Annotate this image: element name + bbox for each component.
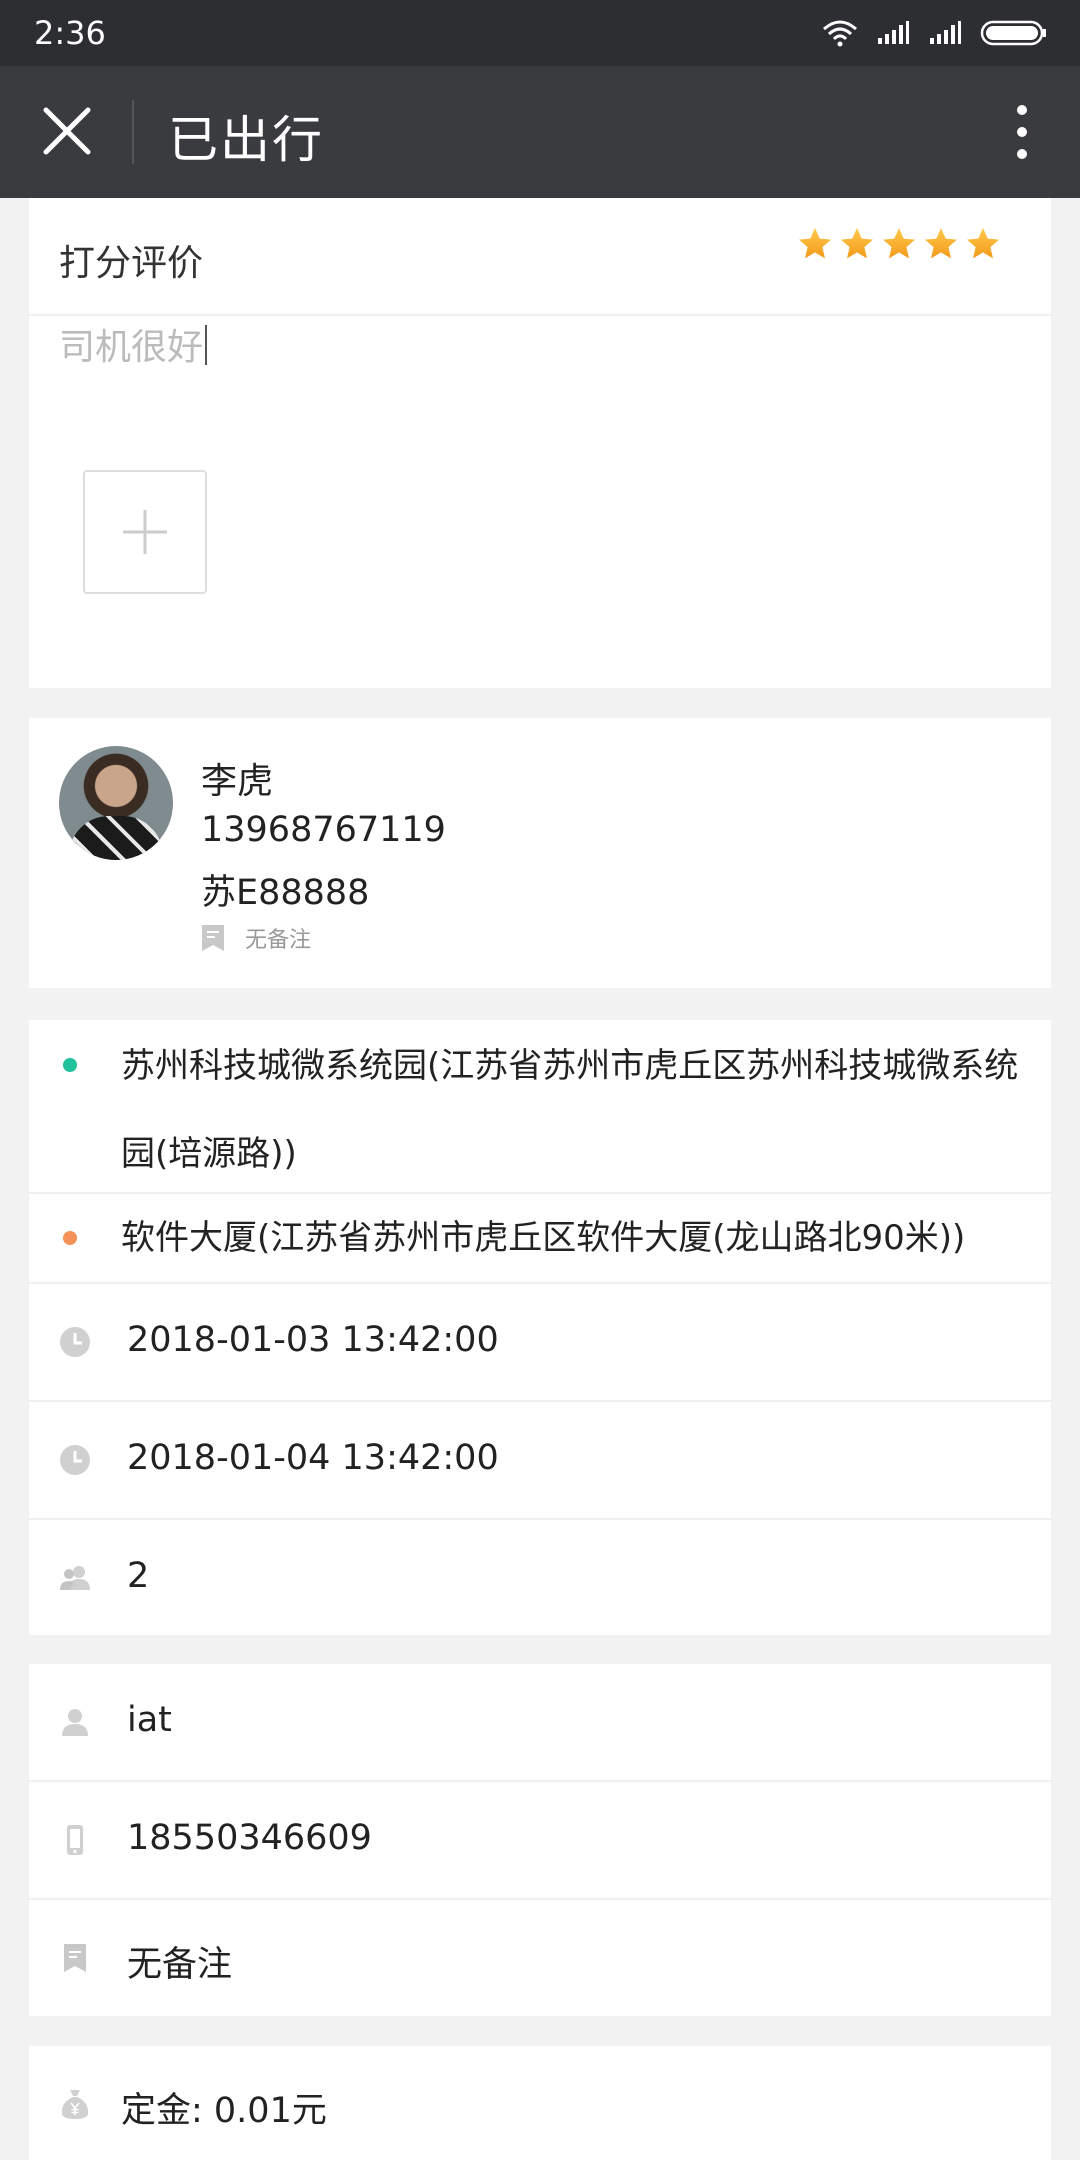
driver-card: 李虎 13968767119 苏E88888 无备注 <box>29 718 1051 988</box>
battery-icon <box>980 20 1046 46</box>
divider <box>29 1282 1051 1284</box>
status-time: 2:36 <box>34 14 106 52</box>
rating-label: 打分评价 <box>59 243 204 284</box>
page-title: 已出行 <box>168 111 324 169</box>
star-icon[interactable] <box>881 226 917 262</box>
money-bag-icon <box>61 2090 89 2119</box>
end-dot <box>63 1231 77 1245</box>
wifi-icon <box>823 20 857 47</box>
rating-card: 打分评价 司机很好 <box>29 198 1051 688</box>
trip-card: 苏州科技城微系统园(江苏省苏州市虎丘区苏州科技城微系统园(培源路)) 软件大厦(… <box>29 1020 1051 1635</box>
plus-icon <box>123 510 167 554</box>
passenger-name: iat <box>127 1700 172 1740</box>
comment-text: 司机很好 <box>59 327 204 368</box>
avatar <box>59 746 173 860</box>
signal-icon <box>878 21 909 44</box>
divider <box>29 1898 1051 1900</box>
star-icon[interactable] <box>839 226 875 262</box>
status-icons <box>822 16 1048 50</box>
divider <box>29 1518 1051 1520</box>
driver-note: 无备注 <box>245 928 312 953</box>
star-icon[interactable] <box>797 226 833 262</box>
app-bar: 已出行 <box>0 66 1080 198</box>
divider <box>29 1780 1051 1782</box>
start-address: 苏州科技城微系统园(江苏省苏州市虎丘区苏州科技城微系统园(培源路)) <box>121 1046 1019 1174</box>
passenger-phone[interactable]: 18550346609 <box>127 1818 372 1858</box>
close-icon <box>43 107 91 155</box>
passenger-card: iat 18550346609 无备注 <box>29 1664 1051 2016</box>
person-icon <box>62 1709 88 1736</box>
more-button[interactable] <box>1004 96 1040 168</box>
deposit-text: 定金: 0.01元 <box>121 2091 327 2131</box>
clock-icon <box>60 1327 90 1357</box>
star-icon[interactable] <box>923 226 959 262</box>
signal-icon <box>930 21 961 44</box>
note-icon <box>202 925 224 951</box>
deposit-card: 定金: 0.01元 <box>29 2046 1051 2160</box>
divider <box>29 314 1051 316</box>
star-icon[interactable] <box>965 226 1001 262</box>
status-bar: 2:36 <box>0 0 1080 66</box>
passenger-note: 无备注 <box>127 1945 233 1985</box>
start-dot <box>63 1058 77 1072</box>
depart-time: 2018-01-03 13:42:00 <box>127 1320 499 1360</box>
clock-icon <box>60 1445 90 1475</box>
end-address: 软件大厦(江苏省苏州市虎丘区软件大厦(龙山路北90米)) <box>121 1218 966 1258</box>
driver-plate: 苏E88888 <box>201 873 370 913</box>
driver-phone[interactable]: 13968767119 <box>201 810 446 850</box>
divider <box>29 1400 1051 1402</box>
passenger-count: 2 <box>127 1556 150 1596</box>
phone-icon <box>67 1825 83 1855</box>
note-icon <box>64 1944 86 1972</box>
add-photo-button[interactable] <box>83 470 207 594</box>
people-icon <box>60 1566 90 1590</box>
return-time: 2018-01-04 13:42:00 <box>127 1438 499 1478</box>
divider <box>132 100 134 164</box>
star-rating[interactable] <box>797 226 1001 262</box>
text-cursor <box>205 325 208 365</box>
close-button[interactable] <box>28 96 106 168</box>
comment-input[interactable]: 司机很好 <box>59 318 208 370</box>
driver-name: 李虎 <box>201 761 274 802</box>
more-vertical-icon <box>1017 105 1027 159</box>
